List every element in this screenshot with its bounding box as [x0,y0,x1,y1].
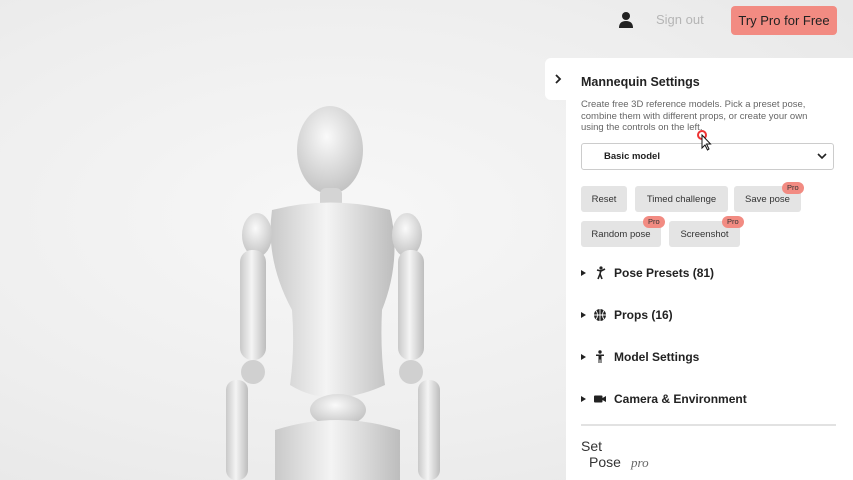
person-icon [593,350,607,364]
svg-text:pro: pro [630,455,649,470]
section-label: Pose Presets (81) [614,266,715,280]
svg-text:Set: Set [581,438,602,454]
setpose-pro-logo: Set Pose pro [581,438,649,470]
divider [581,424,836,426]
expand-triangle-icon [581,270,586,276]
section-props[interactable]: Props (16) [581,305,673,325]
section-label: Model Settings [614,350,700,364]
chevron-right-icon [554,74,561,84]
section-pose-presets[interactable]: Pose Presets (81) [581,263,714,283]
pro-badge: Pro [722,216,744,228]
panel-title: Mannequin Settings [581,75,700,89]
section-label: Props (16) [614,308,673,322]
mannequin-model[interactable] [210,100,470,480]
section-label: Camera & Environment [614,392,747,406]
pro-badge: Pro [643,216,665,228]
svg-text:Pose: Pose [589,454,621,470]
reset-button[interactable]: Reset [581,186,627,212]
video-camera-icon [593,392,607,406]
section-model-settings[interactable]: Model Settings [581,347,699,367]
try-pro-button[interactable]: Try Pro for Free [731,6,837,35]
section-camera-environment[interactable]: Camera & Environment [581,389,747,409]
settings-panel: Mannequin Settings Create free 3D refere… [566,58,853,480]
expand-triangle-icon [581,354,586,360]
panel-description: Create free 3D reference models. Pick a … [581,99,808,133]
model-select-value: Basic model [604,151,660,162]
chevron-down-icon [817,153,827,160]
mouse-cursor-icon [697,130,712,151]
sign-out-link[interactable]: Sign out [656,12,704,27]
expand-triangle-icon [581,396,586,402]
timed-challenge-button[interactable]: Timed challenge [635,186,728,212]
dancer-icon [593,266,607,280]
basketball-icon [593,308,607,322]
pro-badge: Pro [782,182,804,194]
user-icon[interactable] [616,10,636,30]
expand-triangle-icon [581,312,586,318]
